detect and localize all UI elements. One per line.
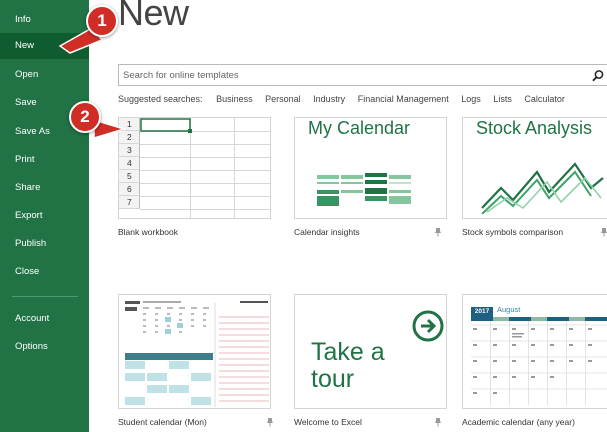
suggested-link-industry[interactable]: Industry xyxy=(313,94,345,104)
student-calendar-preview-graphic xyxy=(125,301,269,407)
suggested-link-calculator[interactable]: Calculator xyxy=(524,94,565,104)
template-welcome-to-excel[interactable]: Take a tour xyxy=(294,294,447,409)
template-caption: Student calendar (Mon) xyxy=(118,417,207,427)
callout-1-badge: 1 xyxy=(86,5,118,37)
row-number: 7 xyxy=(119,196,140,209)
template-preview-title: My Calendar xyxy=(308,118,411,138)
template-caption: Blank workbook xyxy=(118,227,179,237)
pin-icon[interactable] xyxy=(433,417,443,427)
blank-grid xyxy=(140,118,270,218)
suggested-searches-label: Suggested searches: xyxy=(118,94,203,104)
academic-calendar-preview-graphic xyxy=(471,317,607,405)
pin-icon[interactable] xyxy=(433,227,443,237)
template-caption: Stock symbols comparison xyxy=(462,227,564,237)
sidebar-divider xyxy=(12,296,78,297)
tour-preview-line-1: Take a xyxy=(311,338,385,366)
row-number: 3 xyxy=(119,144,140,157)
suggested-link-lists[interactable]: Lists xyxy=(493,94,512,104)
callout-2-badge: 2 xyxy=(69,101,101,133)
calendar-insights-preview-graphic xyxy=(317,173,411,206)
sidebar-item-share[interactable]: Share xyxy=(0,175,89,201)
template-blank-workbook[interactable]: 1 2 3 4 5 6 7 xyxy=(118,117,271,219)
row-number: 4 xyxy=(119,157,140,170)
template-student-calendar[interactable] xyxy=(118,294,271,409)
template-calendar-insights[interactable]: My Calendar xyxy=(294,117,447,219)
pin-icon[interactable] xyxy=(265,417,275,427)
template-academic-calendar[interactable]: 2017 August xyxy=(462,294,607,409)
template-search-input[interactable] xyxy=(123,67,573,83)
template-caption: Calendar insights xyxy=(294,227,360,237)
sidebar-item-options[interactable]: Options xyxy=(0,334,89,360)
template-caption: Welcome to Excel xyxy=(294,417,362,427)
sidebar-item-close[interactable]: Close xyxy=(0,259,89,285)
pin-icon[interactable] xyxy=(599,227,607,237)
arrow-right-circle-icon xyxy=(412,310,444,342)
stock-chart-preview-graphic xyxy=(481,162,604,214)
page-title: New xyxy=(118,0,189,33)
search-icon[interactable] xyxy=(591,69,605,83)
template-caption: Academic calendar (any year) xyxy=(462,417,575,427)
sidebar-item-account[interactable]: Account xyxy=(0,306,89,332)
backstage-sidebar: Info New Open Save Save As Print Share E… xyxy=(0,0,89,432)
new-panel: New Suggested searches: Business Persona… xyxy=(89,0,607,432)
suggested-searches: Suggested searches: Business Personal In… xyxy=(118,94,575,108)
row-number: 6 xyxy=(119,183,140,196)
sidebar-item-open[interactable]: Open xyxy=(0,62,89,88)
suggested-link-personal[interactable]: Personal xyxy=(265,94,301,104)
sidebar-item-export[interactable]: Export xyxy=(0,203,89,229)
template-preview-title: Stock Analysis xyxy=(476,118,593,138)
suggested-link-business[interactable]: Business xyxy=(216,94,253,104)
tour-preview-text: Take a tour xyxy=(311,339,385,393)
suggested-link-financial-management[interactable]: Financial Management xyxy=(358,94,449,104)
sidebar-item-print[interactable]: Print xyxy=(0,147,89,173)
row-number: 5 xyxy=(119,170,140,183)
suggested-link-logs[interactable]: Logs xyxy=(461,94,481,104)
template-search-box[interactable] xyxy=(118,64,607,86)
template-stock-symbols[interactable]: Stock Analysis xyxy=(462,117,607,219)
sidebar-item-publish[interactable]: Publish xyxy=(0,231,89,257)
tour-preview-line-2: tour xyxy=(311,365,355,393)
